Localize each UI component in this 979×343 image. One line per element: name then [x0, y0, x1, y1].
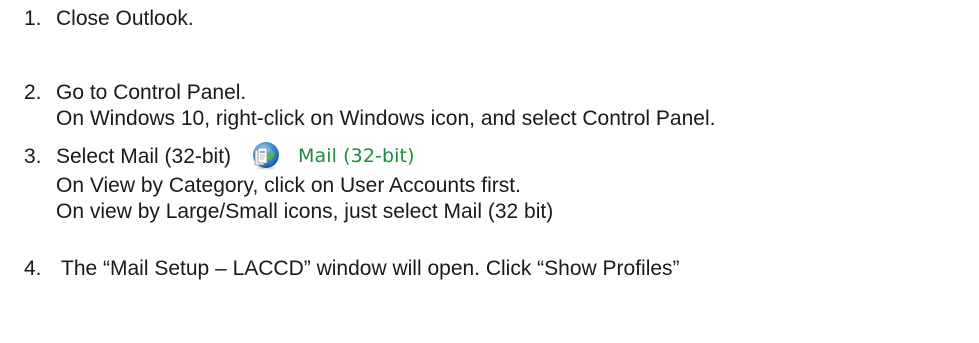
step-subtext: On View by Category, click on User Accou…	[56, 174, 521, 197]
instruction-document: 1. Close Outlook. 2. Go to Control Panel. …	[0, 0, 979, 343]
step-subtext: On view by Large/Small icons, just selec…	[56, 200, 554, 223]
step-4: 4. The “Mail Setup – LACCD” window will o…	[24, 256, 680, 282]
step-number: 4.	[24, 257, 42, 280]
step-text: Go to Control Panel.	[56, 81, 247, 104]
mail-control-panel-item: Mail (32-bit)	[249, 138, 415, 174]
step-2: 2. Go to Control Panel. On Windows 10, ri…	[24, 80, 715, 132]
step-subtext: On Windows 10, right-click on Windows ic…	[56, 107, 716, 130]
step-text: Select Mail (32-bit)	[56, 145, 232, 168]
step-number: 3.	[24, 145, 42, 168]
step-number: 1.	[24, 7, 42, 30]
step-number: 2.	[24, 81, 42, 104]
step-1: 1. Close Outlook.	[24, 6, 194, 32]
step-text: The “Mail Setup – LACCD” window will ope…	[61, 257, 680, 280]
step-text: Close Outlook.	[56, 7, 194, 30]
mail-control-panel-label: Mail (32-bit)	[298, 145, 415, 167]
mail-control-panel-icon	[253, 142, 279, 170]
